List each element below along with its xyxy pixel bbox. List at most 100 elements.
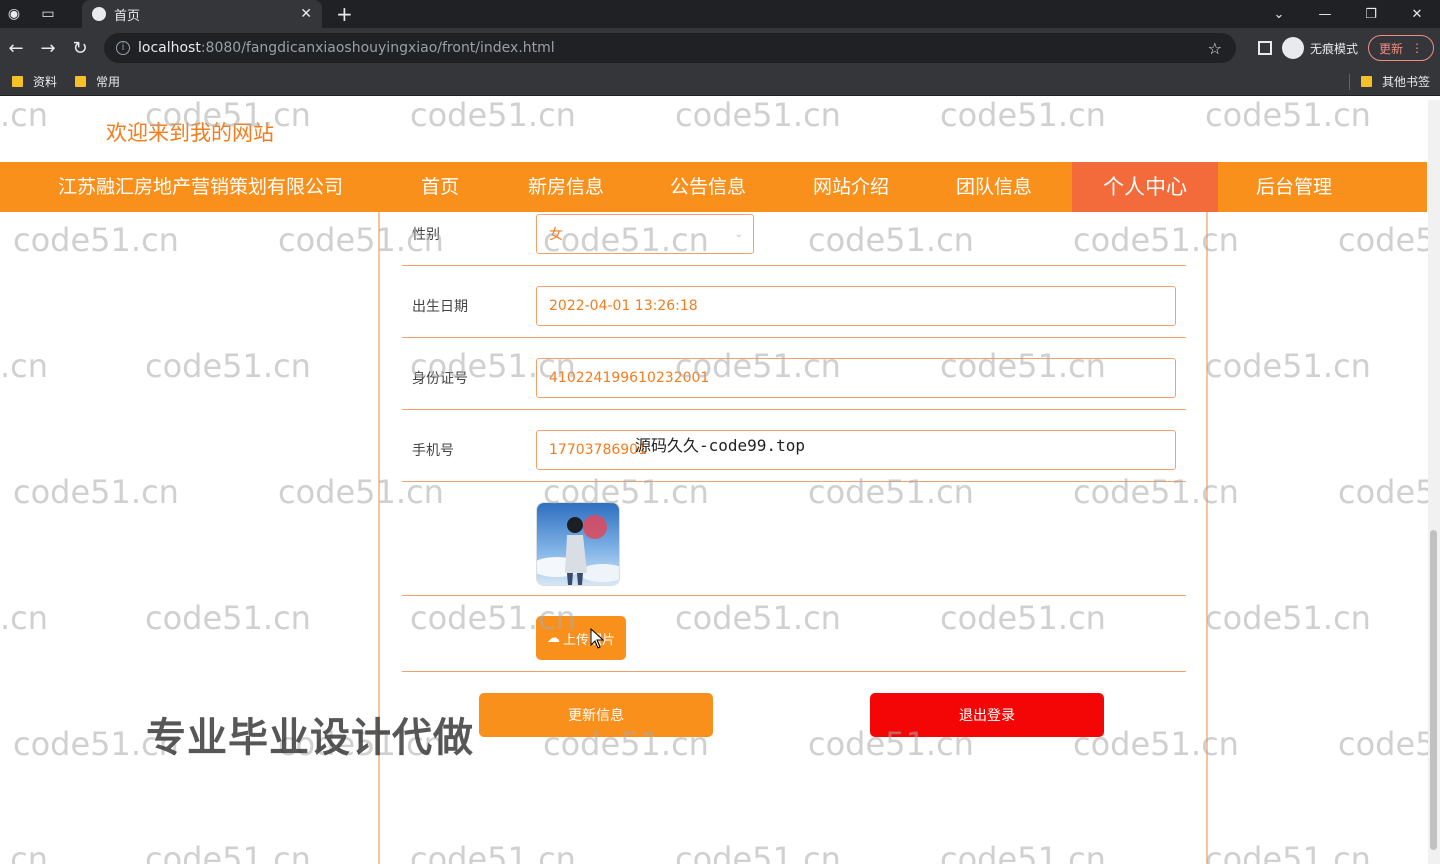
- bookmarks-bar: 资料 常用 其他书签: [0, 68, 1440, 96]
- birth-date-input[interactable]: 2022-04-01 13:26:18: [536, 286, 1176, 326]
- url-host: localhost: [138, 40, 201, 56]
- side-panel-icon[interactable]: [1257, 41, 1272, 55]
- watermark: code5: [1338, 725, 1436, 763]
- site-info-icon[interactable]: i: [116, 41, 130, 55]
- nav-home[interactable]: 首页: [400, 162, 480, 212]
- id-label: 身份证号: [412, 371, 468, 387]
- watermark: code5: [1338, 473, 1436, 511]
- watermark: .cn: [0, 347, 49, 385]
- update-label: 更新: [1378, 41, 1403, 56]
- bookmarks-divider: [1349, 73, 1350, 90]
- watermark: .cn: [0, 100, 49, 134]
- profile-form: 性别 女 ⌄ 出生日期 2022-04-01 13:26:18 身份证号 410…: [378, 212, 1208, 864]
- watermark: code51.cn: [1205, 100, 1371, 134]
- main-navbar: 江苏融汇房地产营销策划有限公司 首页 新房信息 公告信息 网站介绍 团队信息 个…: [0, 162, 1427, 212]
- birth-label: 出生日期: [412, 299, 468, 315]
- nav-site-intro[interactable]: 网站介绍: [795, 162, 907, 212]
- gender-value: 女: [549, 227, 563, 243]
- profile-photo[interactable]: [536, 502, 620, 586]
- nav-announcements[interactable]: 公告信息: [652, 162, 764, 212]
- nav-team[interactable]: 团队信息: [938, 162, 1050, 212]
- gender-label: 性别: [412, 227, 440, 243]
- gender-row: 性别 女 ⌄: [402, 212, 1186, 266]
- incognito-avatar-icon: [1281, 37, 1304, 59]
- watermark: code5: [1338, 221, 1436, 259]
- watermark: code51.cn: [145, 840, 311, 864]
- nav-admin[interactable]: 后台管理: [1238, 162, 1350, 212]
- minimize-button[interactable]: —: [1302, 0, 1348, 28]
- id-row: 身份证号 410224199610232001: [402, 338, 1186, 410]
- close-tab-icon[interactable]: ✕: [300, 6, 312, 22]
- watermark: code51.cn: [1205, 840, 1371, 864]
- bookmark-folder-ziliao[interactable]: 资料: [12, 73, 57, 90]
- tab-title: 首页: [114, 8, 141, 24]
- promo-overlay-text: 专业毕业设计代做: [146, 714, 474, 761]
- id-number-input[interactable]: 410224199610232001: [536, 358, 1176, 398]
- upload-label: 上传照片: [562, 632, 615, 648]
- address-toolbar: ← → ↻ i localhost:8080/fangdicanxiaoshou…: [0, 28, 1440, 68]
- watermark: code51.cn: [1205, 599, 1371, 637]
- chevron-down-icon: ⌄: [734, 228, 743, 240]
- browser-tab-strip: ◉ ▭ 首页 ✕ + ⌄ — ❐ ✕: [0, 0, 1440, 28]
- watermark: code51.cn: [675, 100, 841, 134]
- nav-profile[interactable]: 个人中心: [1072, 162, 1218, 212]
- restore-button[interactable]: ❐: [1348, 0, 1394, 28]
- more-menu-icon: ⋮: [1411, 41, 1423, 55]
- tab-search-icon[interactable]: ▭: [34, 0, 62, 28]
- watermark: code51.cn: [13, 221, 179, 259]
- gender-select[interactable]: 女 ⌄: [536, 214, 754, 254]
- cloud-upload-icon: ☁: [546, 630, 560, 646]
- nav-new-houses[interactable]: 新房信息: [510, 162, 622, 212]
- watermark: code51.cn: [13, 473, 179, 511]
- watermark: code51.cn: [1205, 347, 1371, 385]
- folder-icon: [75, 76, 87, 87]
- watermark: code51.cn: [145, 599, 311, 637]
- other-bookmarks[interactable]: 其他书签: [1360, 73, 1430, 90]
- watermark: .cn: [0, 599, 49, 637]
- incognito-indicator[interactable]: 无痕模式: [1281, 37, 1358, 59]
- scrollbar-thumb[interactable]: [1430, 530, 1437, 850]
- url-path: :8080/fangdicanxiaoshouyingxiao/front/in…: [200, 40, 555, 56]
- bookmark-folder-changyong[interactable]: 常用: [75, 73, 120, 90]
- back-button[interactable]: ←: [0, 28, 32, 68]
- reload-button[interactable]: ↻: [64, 28, 96, 68]
- close-window-button[interactable]: ✕: [1394, 0, 1440, 28]
- page-scrollbar[interactable]: [1428, 100, 1440, 864]
- other-bookmarks-label: 其他书签: [1381, 75, 1430, 89]
- id-number-value: 410224199610232001: [549, 370, 710, 386]
- incognito-label: 无痕模式: [1309, 41, 1358, 56]
- logout-button[interactable]: 退出登录: [870, 693, 1104, 737]
- browser-menu-icon[interactable]: ◉: [0, 0, 28, 28]
- update-button[interactable]: 更新 ⋮: [1367, 35, 1434, 61]
- web-page: 欢迎来到我的网站 江苏融汇房地产营销策划有限公司 首页 新房信息 公告信息 网站…: [0, 100, 1440, 864]
- forward-button[interactable]: →: [32, 28, 64, 68]
- bookmark-label: 常用: [96, 75, 121, 89]
- birth-date-value: 2022-04-01 13:26:18: [549, 298, 698, 314]
- bookmark-star-icon[interactable]: ☆: [1208, 39, 1222, 58]
- globe-icon: [92, 7, 106, 21]
- source-overlay-text: 源码久久-code99.top: [635, 436, 805, 455]
- watermark: code51.cn: [145, 347, 311, 385]
- photo-row: [402, 482, 1186, 596]
- site-brand[interactable]: 江苏融汇房地产营销策划有限公司: [58, 162, 343, 212]
- folder-icon: [1360, 76, 1372, 87]
- upload-row: ☁ 上传照片: [402, 596, 1186, 672]
- phone-input[interactable]: 17703786901: [536, 430, 1176, 470]
- url-bar[interactable]: i localhost:8080/fangdicanxiaoshouyingxi…: [104, 33, 1236, 63]
- tab-list-chevron-icon[interactable]: ⌄: [1256, 0, 1302, 28]
- profile-photo-image: [537, 503, 619, 585]
- bookmark-label: 资料: [33, 75, 58, 89]
- watermark: code51.cn: [940, 100, 1106, 134]
- watermark: .cn: [0, 840, 49, 864]
- mouse-cursor-icon: [590, 628, 605, 649]
- folder-icon: [12, 76, 23, 87]
- welcome-text: 欢迎来到我的网站: [106, 121, 274, 145]
- update-info-button[interactable]: 更新信息: [479, 693, 713, 737]
- upload-photo-button[interactable]: ☁ 上传照片: [536, 616, 626, 660]
- browser-tab[interactable]: 首页 ✕: [82, 0, 322, 28]
- new-tab-button[interactable]: +: [336, 2, 353, 26]
- phone-value: 17703786901: [549, 442, 647, 458]
- watermark: code51.cn: [410, 100, 576, 134]
- birth-row: 出生日期 2022-04-01 13:26:18: [402, 266, 1186, 338]
- phone-label: 手机号: [412, 443, 454, 459]
